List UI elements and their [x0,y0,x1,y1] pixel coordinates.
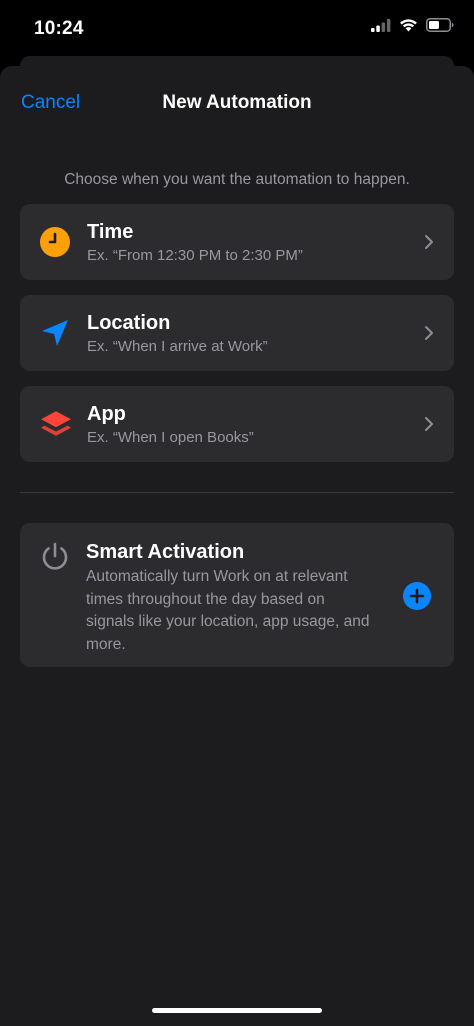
smart-activation-card: Smart Activation Automatically turn Work… [20,523,454,667]
time-option-description: Ex. “From 12:30 PM to 2:30 PM” [87,247,303,264]
app-option[interactable]: App Ex. “When I open Books” [20,386,454,462]
section-divider [20,492,454,493]
wifi-icon [400,19,417,32]
app-option-description: Ex. “When I open Books” [87,429,254,446]
instruction-text: Choose when you want the automation to h… [64,171,410,188]
status-icons [371,18,454,32]
new-automation-sheet: Cancel New Automation Choose when you wa… [0,66,474,1026]
app-option-title: App [87,403,126,425]
time-option[interactable]: Time Ex. “From 12:30 PM to 2:30 PM” [20,204,454,280]
location-arrow-icon [42,320,68,346]
page-title: New Automation [162,92,312,113]
home-indicator[interactable] [152,1008,322,1013]
chevron-right-icon [425,235,433,249]
time-option-title: Time [87,221,134,243]
location-option[interactable]: Location Ex. “When I arrive at Work” [20,295,454,371]
location-option-description: Ex. “When I arrive at Work” [87,338,268,355]
status-bar: 10:24 [0,0,474,56]
chevron-right-icon [425,326,433,340]
cellular-signal-icon [371,18,391,32]
smart-activation-description: Automatically turn Work on at relevant t… [86,568,370,653]
location-option-title: Location [87,312,171,334]
power-icon [42,542,68,570]
app-layers-icon [41,411,71,436]
plus-circle-icon[interactable] [403,582,431,610]
clock-icon [40,227,70,257]
chevron-right-icon [425,417,433,431]
battery-icon [426,18,454,32]
smart-activation-title: Smart Activation [86,541,245,563]
status-time: 10:24 [34,18,84,39]
